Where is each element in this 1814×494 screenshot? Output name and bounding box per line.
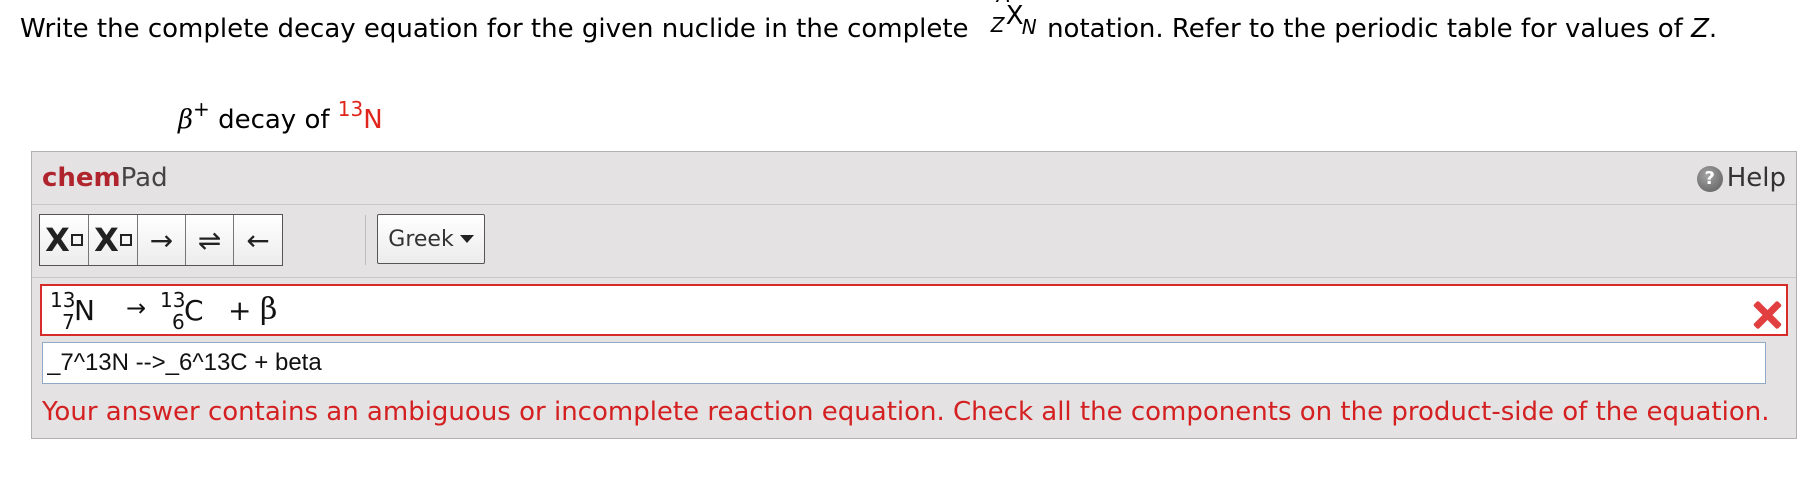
help-button[interactable]: ? Help [1696, 163, 1786, 193]
superscript-box-icon [119, 234, 132, 246]
question-text-before: Write the complete decay equation for th… [20, 14, 969, 44]
help-icon: ? [1696, 166, 1723, 192]
help-label: Help [1726, 163, 1786, 193]
chempad-logo-chem: chem [42, 163, 121, 193]
equation-beta: β [260, 292, 278, 327]
greek-dropdown-label: Greek [388, 226, 454, 252]
beta-charge: + [193, 97, 210, 121]
arrow-right-button[interactable]: → [138, 215, 186, 265]
chempad-logo: chemPad [42, 163, 168, 193]
product-symbol: C [184, 294, 204, 327]
reactant-atomic: 7 [62, 310, 75, 334]
question-text-after: notation. Refer to the periodic table fo… [1047, 14, 1683, 44]
superscript-button[interactable]: X [89, 215, 138, 265]
subscript-button[interactable]: X [40, 215, 89, 265]
reactant-mass: 13 [50, 288, 76, 312]
beta-symbol: β [178, 105, 194, 135]
toolbar-divider [365, 215, 366, 265]
question-period: . [1708, 14, 1718, 44]
format-button-group: X X → ⇌ ← [39, 214, 283, 266]
rendered-equation: 13 7 N → 13 6 C + β [50, 286, 450, 334]
close-icon[interactable] [1752, 300, 1782, 330]
product-mass: 13 [160, 288, 186, 312]
equation-plus: + [228, 294, 252, 327]
reactant-symbol: N [74, 294, 95, 327]
nuclide-notation: A Z X N [977, 0, 1039, 39]
subscript-box-icon [70, 234, 83, 246]
arrow-left-button[interactable]: ← [234, 215, 282, 265]
chempad-logo-pad: Pad [120, 163, 168, 193]
equation-preview: 13 7 N → 13 6 C + β [40, 284, 1788, 336]
chempad-panel: chemPad ? Help X X → ⇌ ← Greek 13 7 N → … [31, 151, 1797, 439]
product-atomic: 6 [172, 310, 185, 334]
chevron-down-icon [459, 235, 474, 243]
chempad-toolbar: X X → ⇌ ← Greek [32, 205, 1796, 278]
reaction-arrow: → [126, 294, 147, 322]
nuclide-mass: 13 [337, 97, 364, 121]
decay-prompt: β+ decay of 13N [178, 84, 383, 145]
decay-text: decay of [218, 105, 330, 135]
notation-neutrons: N [1021, 15, 1037, 39]
superscript-button-label: X [94, 221, 119, 259]
nuclide-symbol: N [363, 105, 383, 135]
error-feedback: Your answer contains an ambiguous or inc… [42, 397, 1770, 427]
chempad-header: chemPad ? Help [32, 152, 1796, 205]
equation-input[interactable] [42, 342, 1766, 384]
subscript-button-label: X [45, 221, 70, 259]
equilibrium-arrow-button[interactable]: ⇌ [186, 215, 234, 265]
greek-dropdown[interactable]: Greek [377, 214, 485, 264]
notation-atomic: Z [990, 13, 1005, 37]
question-text: Write the complete decay equation for th… [20, 0, 1800, 54]
question-z-var: Z [1691, 14, 1709, 44]
